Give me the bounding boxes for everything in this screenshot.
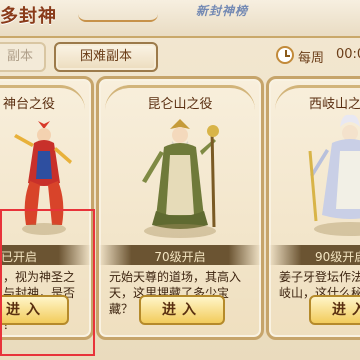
card-title: 西岐山之役 [309,97,360,112]
enter-button[interactable]: 进入 [309,295,360,325]
enter-button[interactable]: 进入 [139,295,225,325]
level-requirement: 90级开启 [315,250,360,264]
top-banner: 多封神 新封神榜 [0,0,360,38]
title-ornament [78,10,158,22]
game-logo: 新封神榜 [196,4,249,18]
card-title: 神台之役 [3,97,56,112]
level-requirement: 级已开启 [0,250,38,264]
level-requirement: 70级开启 [154,250,206,264]
dungeon-card-3[interactable]: 西岐山之役 90级开启 姜子牙登坛作法，雪，冰冻岐山，这什么秘密？ 进入 [266,76,360,340]
game-screen: 多封神 新封神榜 副本 困难副本 每周 00:00 神台之役 级已 [0,0,360,360]
card-title: 昆仑山之役 [147,97,213,112]
character-portrait [119,111,241,241]
weekly-time: 00:00 [336,47,360,62]
dungeon-card-1[interactable]: 神台之役 级已开启 ，视为神圣之 与封神，是否遗 ？ 进入 [0,76,94,340]
tab-hard-dungeon[interactable]: 困难副本 [54,42,158,72]
page-title: 多封神 [0,6,57,27]
clock-icon [276,46,294,64]
character-portrait [289,111,360,241]
dungeon-card-2[interactable]: 昆仑山之役 70级开启 元始天尊的道场，其高入天，这里埋藏了多少宝藏？ 进入 [96,76,264,340]
tab-normal-dungeon[interactable]: 副本 [0,42,46,72]
enter-button[interactable]: 进入 [0,295,69,325]
character-portrait [3,111,85,241]
weekly-label: 每周 [298,51,325,66]
